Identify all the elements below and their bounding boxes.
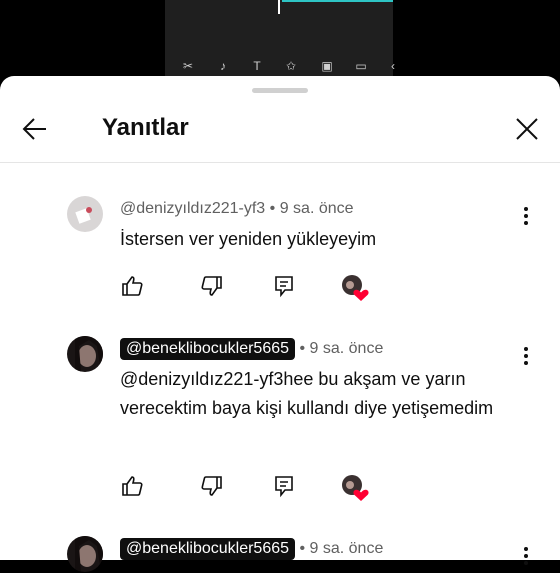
creator-heart-badge [341, 474, 369, 501]
comment-meta: @beneklibocukler5665 • 9 sa. önce [120, 338, 383, 360]
sheet-header: Yanıtlar [0, 98, 560, 163]
back-button[interactable] [18, 112, 52, 146]
avatar[interactable] [67, 336, 103, 372]
comment-time: • 9 sa. önce [299, 540, 384, 557]
reply-button[interactable] [272, 274, 296, 298]
comment-author[interactable]: @denizyıldız221-yf3 [120, 200, 265, 217]
timeline-track [282, 0, 393, 2]
comment-meta: @beneklibocukler5665 • 9 sa. önce [120, 538, 383, 560]
thumbs-up-icon [122, 476, 143, 496]
more-button[interactable] [516, 544, 536, 568]
page-title: Yanıtlar [102, 114, 189, 141]
dislike-button[interactable] [200, 274, 224, 298]
comment-author[interactable]: @beneklibocukler5665 [120, 538, 296, 560]
reply-icon [275, 476, 293, 498]
close-button[interactable] [510, 112, 544, 146]
close-icon [516, 118, 538, 140]
thumbs-up-icon [122, 276, 143, 296]
dislike-button[interactable] [200, 474, 224, 498]
video-editor-preview: ✂ ♪ T ✩ ▣ ▭ ‹ [165, 0, 395, 78]
comment-meta: @denizyıldız221-yf3 • 9 sa. önce [120, 200, 354, 218]
sticker-icon[interactable]: ✩ [283, 58, 299, 74]
thumbs-down-icon [201, 276, 222, 296]
comment-time: • 9 sa. önce [269, 200, 354, 217]
avatar[interactable] [67, 536, 103, 572]
more-vertical-icon [524, 347, 528, 365]
reply-button[interactable] [272, 474, 296, 498]
creator-heart-icon [353, 489, 369, 501]
thumbs-down-icon [201, 476, 222, 496]
comment-actions [120, 474, 380, 502]
comment-text: @denizyıldız221-yf3hee bu akşam ve yarın… [120, 369, 494, 418]
avatar[interactable] [67, 196, 103, 232]
sheet-drag-handle[interactable] [252, 88, 308, 93]
comment-time: • 9 sa. önce [299, 340, 384, 357]
replies-sheet: Yanıtlar @denizyıldız221-yf3 • 9 sa. önc… [0, 76, 560, 572]
more-vertical-icon [524, 207, 528, 225]
comment-actions [120, 274, 380, 302]
music-note-icon[interactable]: ♪ [215, 58, 231, 74]
more-tools-icon[interactable]: ‹ [385, 58, 401, 74]
caption-icon[interactable]: ▭ [353, 58, 369, 74]
text-icon[interactable]: T [249, 58, 265, 74]
creator-heart-icon [353, 289, 369, 301]
overlay-icon[interactable]: ▣ [319, 58, 335, 74]
like-button[interactable] [120, 274, 144, 298]
creator-heart-badge [341, 274, 369, 301]
more-vertical-icon [524, 547, 528, 565]
scissors-icon[interactable]: ✂ [180, 58, 196, 74]
arrow-left-icon [22, 118, 46, 140]
comment-text: İstersen ver yeniden yükleyeyim [120, 229, 377, 249]
more-button[interactable] [516, 344, 536, 368]
more-button[interactable] [516, 204, 536, 228]
timeline-playhead[interactable] [278, 0, 280, 14]
editor-toolbar: ✂ ♪ T ✩ ▣ ▭ ‹ [165, 58, 395, 78]
like-button[interactable] [120, 474, 144, 498]
reply-icon [275, 276, 293, 298]
comment-author[interactable]: @beneklibocukler5665 [120, 338, 296, 360]
